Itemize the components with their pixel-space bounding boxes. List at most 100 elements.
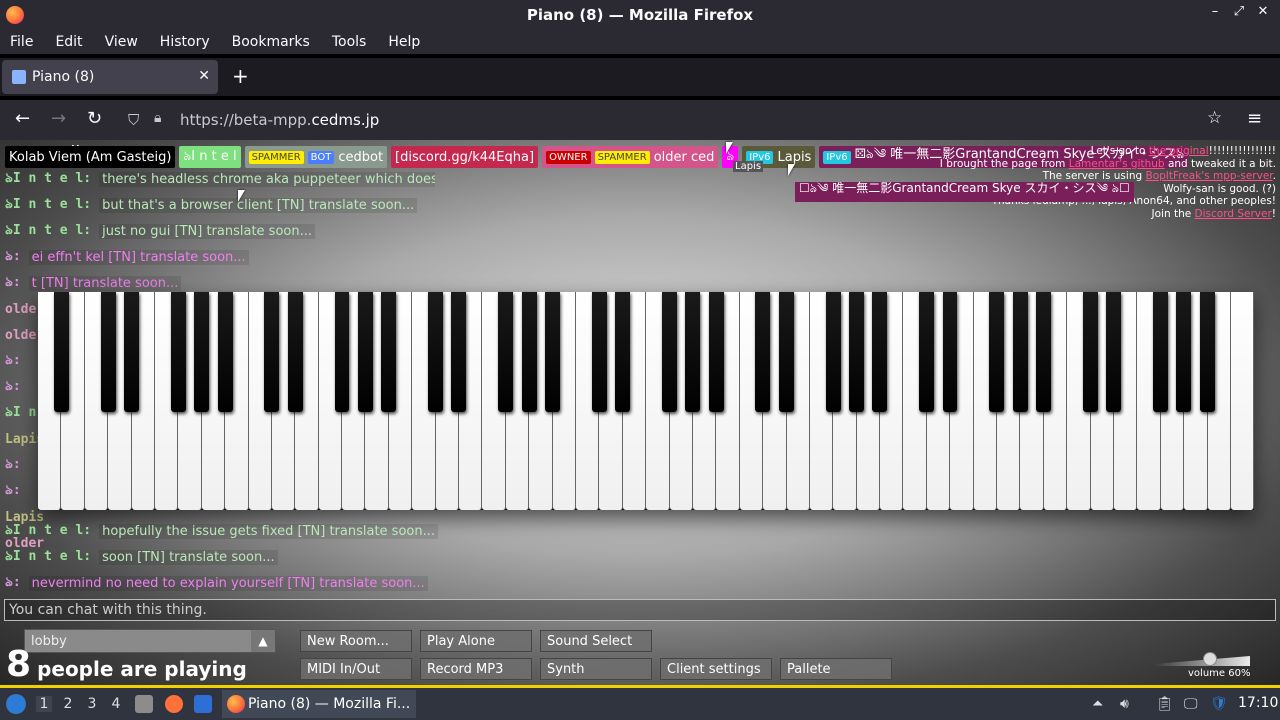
bookmark-star-icon[interactable]: ☆ — [1207, 108, 1222, 128]
black-key[interactable] — [357, 292, 373, 412]
black-key[interactable] — [287, 292, 303, 412]
tab-piano[interactable]: Piano (8) ✕ — [2, 60, 218, 94]
start-menu-icon[interactable] — [6, 694, 26, 714]
taskbar-task-firefox[interactable]: Piano (8) — Mozilla Fi... — [222, 690, 416, 718]
menu-history[interactable]: History — [160, 34, 210, 50]
cursor-label-lapis: Lapis — [733, 161, 764, 172]
black-key[interactable] — [498, 292, 514, 412]
piano-keyboard[interactable] — [38, 292, 1255, 510]
black-key[interactable] — [591, 292, 607, 412]
chat-message: ঌI n t e l: just no gui [TN] translate so… — [5, 218, 435, 244]
player-badge: BOT — [307, 150, 335, 164]
black-key[interactable] — [755, 292, 771, 412]
volume-icon[interactable]: 🔊︎ — [1120, 696, 1129, 712]
reload-icon[interactable]: ↻ — [87, 108, 102, 129]
maximize-icon[interactable]: ⤢ — [1230, 4, 1248, 19]
black-key[interactable] — [428, 292, 443, 412]
forward-icon[interactable]: → — [51, 108, 66, 129]
record-mp3-button[interactable]: Record MP3 — [420, 658, 532, 680]
navigation-bar: ← → ↻ ⛉ 🔒︎ https://beta-mpp. cedms.jp ☆ ≡ — [0, 100, 1280, 140]
black-key[interactable] — [217, 292, 233, 412]
black-key[interactable] — [1036, 292, 1051, 412]
chat-text: ei effn't kel [TN] translate soon... — [28, 249, 249, 265]
new-room-button[interactable]: New Room... — [300, 630, 412, 652]
black-key[interactable] — [1176, 292, 1192, 412]
workspace-4[interactable]: 4 — [108, 696, 124, 712]
black-key[interactable] — [989, 292, 1005, 412]
volume-label: volume 60% — [1188, 668, 1251, 679]
black-key[interactable] — [124, 292, 139, 412]
display-icon[interactable]: 🖵 — [1184, 696, 1198, 712]
synth-button[interactable]: Synth — [540, 658, 652, 680]
player-nametag[interactable]: Kolab Viem (Am Gasteig) — [5, 146, 176, 168]
black-key[interactable] — [451, 292, 467, 412]
back-icon[interactable]: ← — [15, 108, 30, 129]
black-key[interactable] — [170, 292, 186, 412]
volume-slider[interactable]: volume 60% — [1150, 648, 1254, 680]
menu-view[interactable]: View — [105, 34, 138, 50]
info-link[interactable]: Lamentar's github — [1069, 158, 1165, 170]
player-name: cedbot — [338, 149, 384, 165]
info-link[interactable]: Discord Server — [1195, 208, 1272, 220]
black-key[interactable] — [264, 292, 280, 412]
firefox-launcher-icon[interactable] — [165, 695, 183, 713]
client-settings-button[interactable]: Client settings — [660, 658, 772, 680]
clipboard-icon[interactable]: 📋︎ — [1156, 696, 1174, 712]
tracking-shield-icon[interactable]: ⛉ — [128, 111, 139, 129]
black-key[interactable] — [100, 292, 116, 412]
workspace-3[interactable]: 3 — [84, 696, 100, 712]
player-name: ঌI n t e l — [183, 148, 237, 164]
black-key[interactable] — [1152, 292, 1168, 412]
file-manager-icon[interactable] — [135, 695, 153, 713]
player-nametag[interactable]: [discord.gg/k44Eqha] — [391, 146, 539, 168]
black-key[interactable] — [194, 292, 210, 412]
player-nametag[interactable]: ঌI n t e l — [179, 146, 241, 168]
menu-edit[interactable]: Edit — [55, 34, 82, 50]
workspace-1[interactable]: 1 — [36, 696, 52, 712]
black-key[interactable] — [1082, 292, 1098, 412]
midi-button[interactable]: MIDI In/Out — [300, 658, 412, 680]
play-alone-button[interactable]: Play Alone — [420, 630, 532, 652]
black-key[interactable] — [1106, 292, 1122, 412]
tab-close-icon[interactable]: ✕ — [198, 68, 210, 84]
chevron-up-icon[interactable]: ▲ — [251, 630, 275, 652]
black-key[interactable] — [334, 292, 350, 412]
black-key[interactable] — [53, 292, 69, 412]
player-nametag[interactable]: OWNER SPAMMER older ced — [542, 146, 719, 168]
pallete-button[interactable]: Pallete — [780, 658, 892, 680]
black-key[interactable] — [381, 292, 397, 412]
black-key[interactable] — [942, 292, 958, 412]
black-key[interactable] — [661, 292, 677, 412]
black-key[interactable] — [919, 292, 935, 412]
terminal-icon[interactable] — [194, 695, 212, 713]
app-menu-icon[interactable]: ≡ — [1247, 108, 1262, 129]
menu-file[interactable]: File — [10, 34, 33, 50]
tray-up-icon[interactable]: ⏶ — [1092, 696, 1103, 712]
black-key[interactable] — [615, 292, 631, 412]
menu-help[interactable]: Help — [388, 34, 420, 50]
black-key[interactable] — [848, 292, 864, 412]
url-bar[interactable]: ⛉ 🔒︎ https://beta-mpp. cedms.jp — [120, 104, 1200, 136]
info-link[interactable]: BopItFreak's mpp-server — [1145, 170, 1272, 182]
close-icon[interactable]: ✕ — [1254, 4, 1272, 19]
player-nametag[interactable]: SPAMMER BOT cedbot — [244, 146, 388, 168]
black-key[interactable] — [825, 292, 841, 412]
sound-select-button[interactable]: Sound Select — [540, 630, 652, 652]
black-key[interactable] — [872, 292, 888, 412]
info-link[interactable]: the original — [1149, 145, 1209, 157]
black-key[interactable] — [1199, 292, 1215, 412]
minimize-icon[interactable]: – — [1206, 4, 1224, 19]
black-key[interactable] — [1012, 292, 1028, 412]
chat-input[interactable]: You can chat with this thing. — [4, 599, 1276, 621]
black-key[interactable] — [544, 292, 560, 412]
workspace-2[interactable]: 2 — [60, 696, 76, 712]
lock-icon[interactable]: 🔒︎ — [154, 110, 161, 126]
menu-tools[interactable]: Tools — [332, 34, 367, 50]
updates-icon[interactable]: 🛡︎ — [1210, 696, 1228, 712]
black-key[interactable] — [708, 292, 724, 412]
new-tab-icon[interactable]: + — [232, 64, 249, 88]
black-key[interactable] — [778, 292, 794, 412]
black-key[interactable] — [521, 292, 537, 412]
black-key[interactable] — [685, 292, 701, 412]
menu-bookmarks[interactable]: Bookmarks — [232, 34, 310, 50]
